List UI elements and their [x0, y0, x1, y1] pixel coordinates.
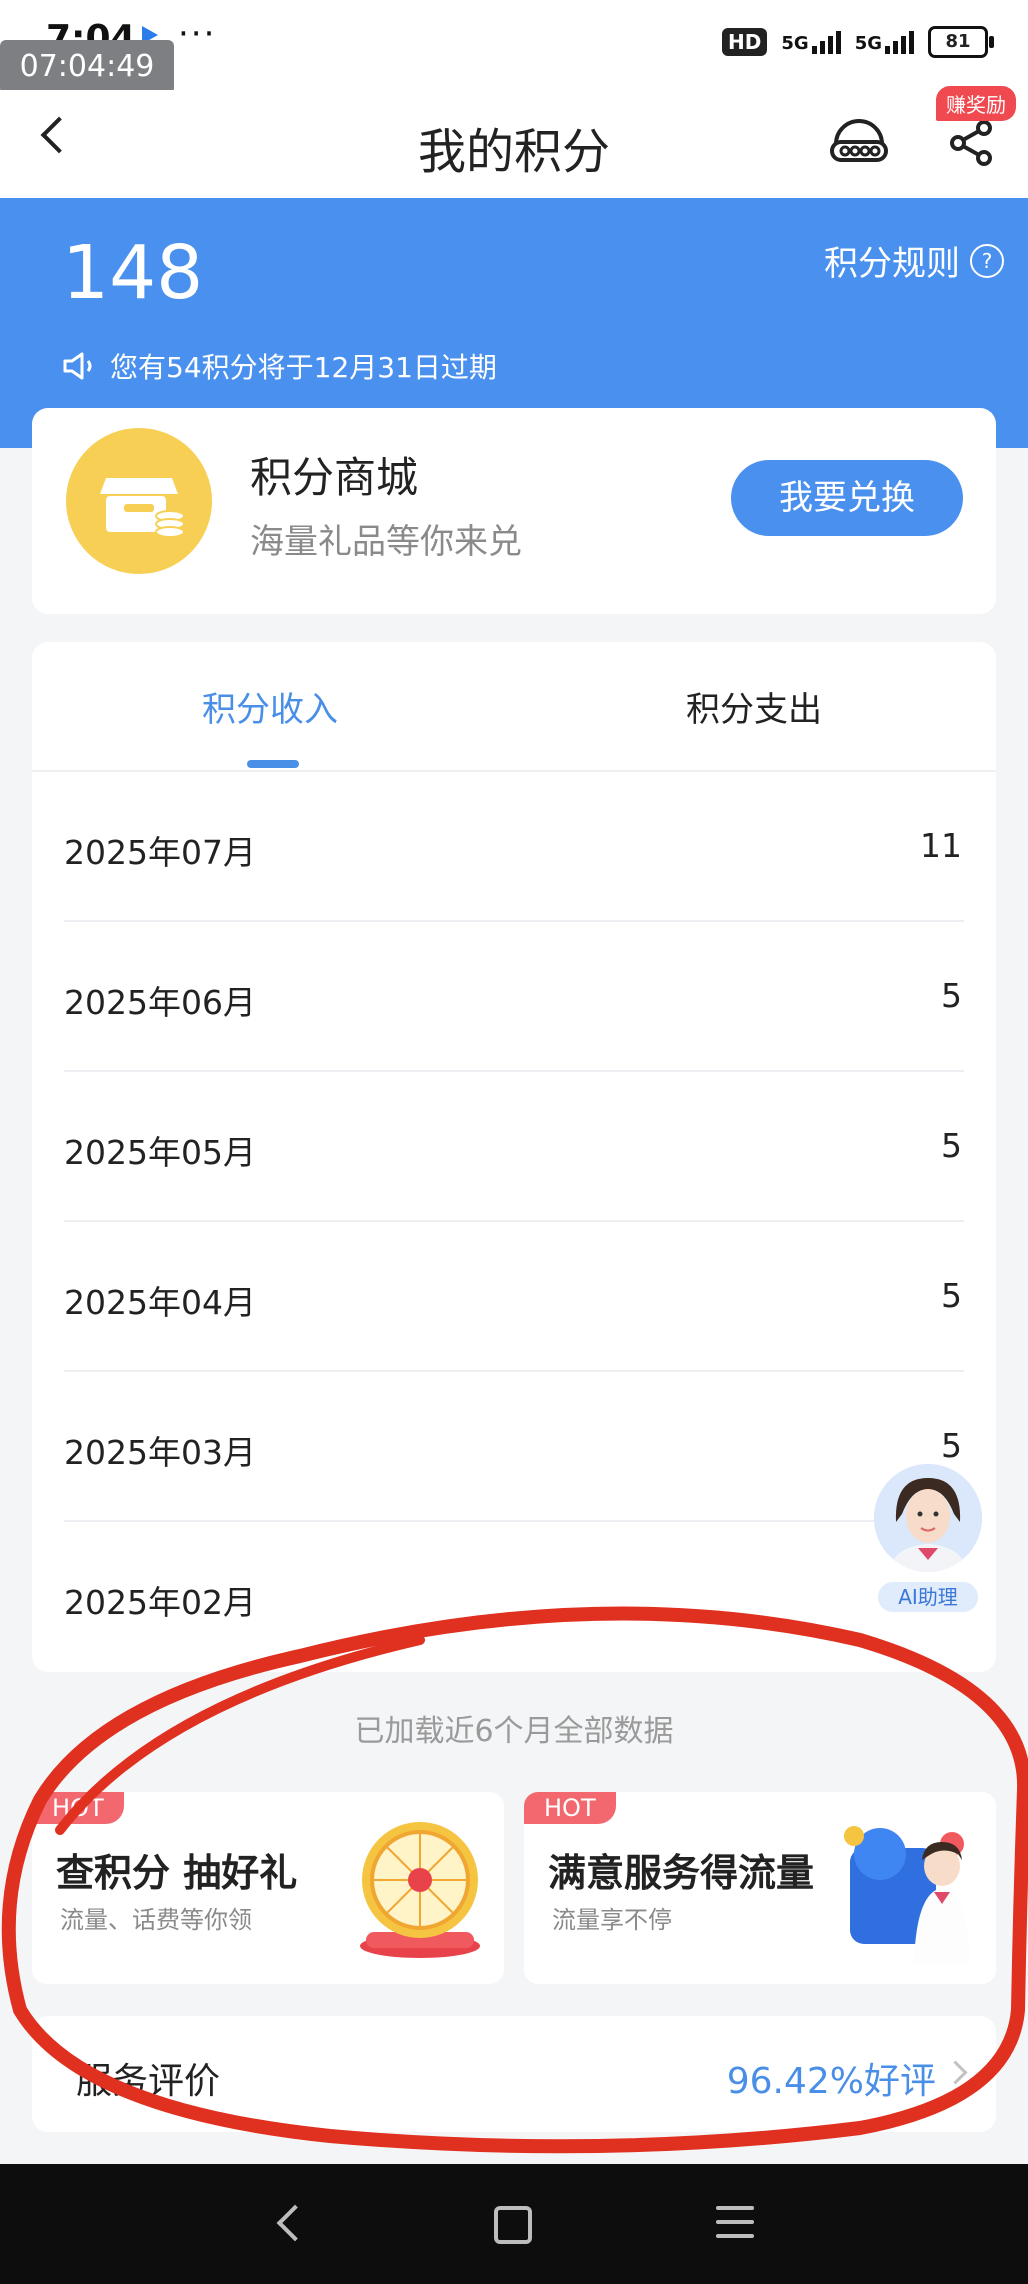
promo-title: 查积分 抽好礼 — [56, 1851, 298, 1895]
tab-points-income[interactable]: 积分收入 — [202, 682, 338, 731]
status-indicators: HD 5G 5G 81 — [722, 26, 994, 58]
redeem-button[interactable]: 我要兑换 — [731, 460, 963, 536]
assistant-avatar — [874, 1464, 982, 1572]
list-item[interactable]: 2025年02月 — [64, 1520, 964, 1670]
points-rules-label: 积分规则 — [824, 244, 960, 284]
assistant-label: AI助理 — [878, 1582, 978, 1612]
promo-subtitle: 流量享不停 — [552, 1906, 672, 1934]
signal-5g-label: 5G — [781, 32, 809, 54]
points-mall-card[interactable]: 积分商城 海量礼品等你来兑 我要兑换 — [32, 408, 996, 614]
record-points: 5 — [941, 1126, 962, 1165]
help-circle-icon: ? — [970, 243, 1004, 278]
record-points: 11 — [920, 826, 962, 865]
points-balance: 148 — [62, 230, 204, 316]
record-points: 5 — [941, 1276, 962, 1315]
top-navigation-bar: 我的积分 赚奖励 — [0, 86, 1028, 198]
screenshot-clock-badge: 07:04:49 — [0, 40, 174, 94]
points-records-card: 积分收入 积分支出 2025年07月 11 2025年06月 5 2025年05… — [32, 642, 996, 1672]
record-month: 2025年03月 — [64, 1433, 256, 1472]
promo-card-lottery[interactable]: HOT 查积分 抽好礼 流量、话费等你领 — [32, 1792, 504, 1984]
earn-reward-badge[interactable]: 赚奖励 — [936, 86, 1016, 121]
promo-subtitle: 流量、话费等你领 — [60, 1906, 252, 1934]
battery-icon: 81 — [928, 26, 994, 58]
speaker-icon — [63, 352, 92, 380]
list-item[interactable]: 2025年06月 5 — [64, 920, 964, 1072]
shop-icon — [66, 428, 212, 574]
points-mall-subtitle: 海量礼品等你来兑 — [250, 522, 522, 562]
share-icon[interactable] — [946, 118, 996, 168]
promo-card-satisfaction[interactable]: HOT 满意服务得流量 流量享不停 — [524, 1792, 996, 1984]
promo-title: 满意服务得流量 — [548, 1851, 815, 1895]
expiry-notice: 您有54积分将于12月31日过期 — [62, 346, 497, 386]
system-navigation-bar — [0, 2164, 1028, 2284]
customer-service-10000-icon[interactable] — [830, 116, 888, 168]
active-tab-indicator — [247, 760, 299, 768]
list-item[interactable]: 2025年04月 5 — [64, 1220, 964, 1372]
loaded-all-data-notice: 已加载近6个月全部数据 — [354, 1714, 674, 1749]
signal-5g-2-icon: 5G — [854, 30, 914, 54]
record-month: 2025年07月 — [64, 833, 256, 872]
expiry-notice-text: 您有54积分将于12月31日过期 — [110, 351, 497, 384]
more-notifications-icon: ··· — [178, 14, 217, 54]
system-menu-icon[interactable] — [716, 2206, 754, 2238]
record-points: 5 — [941, 976, 962, 1015]
record-month: 2025年02月 — [64, 1583, 256, 1622]
thumbs-up-illustration-icon — [844, 1826, 970, 1964]
list-item[interactable]: 2025年05月 5 — [64, 1070, 964, 1222]
hot-badge: HOT — [524, 1792, 616, 1824]
tab-points-expense[interactable]: 积分支出 — [686, 682, 822, 731]
record-month: 2025年05月 — [64, 1133, 256, 1172]
hd-voice-icon: HD — [722, 28, 768, 56]
list-item[interactable]: 2025年03月 5 — [64, 1370, 964, 1522]
signal-5g-2-label: 5G — [854, 32, 882, 54]
chevron-right-icon — [943, 2060, 968, 2085]
service-rating-value: 96.42%好评 — [726, 2061, 936, 2102]
service-evaluation-label: 服务评价 — [76, 2061, 221, 2102]
ai-assistant-button[interactable]: AI助理 — [870, 1460, 986, 1616]
records-tabs: 积分收入 积分支出 — [32, 642, 996, 772]
list-item[interactable]: 2025年07月 11 — [64, 770, 964, 922]
prize-wheel-icon — [360, 1822, 480, 1958]
points-mall-title: 积分商城 — [250, 453, 419, 502]
service-evaluation-row[interactable]: 服务评价 96.42%好评 — [32, 2016, 996, 2132]
record-month: 2025年06月 — [64, 983, 256, 1022]
record-month: 2025年04月 — [64, 1283, 256, 1322]
points-rules-link[interactable]: 积分规则 ? — [824, 236, 1004, 285]
system-back-icon[interactable] — [276, 2204, 314, 2242]
system-home-icon[interactable] — [494, 2206, 532, 2244]
signal-5g-icon: 5G — [781, 30, 841, 54]
hot-badge: HOT — [32, 1792, 124, 1824]
